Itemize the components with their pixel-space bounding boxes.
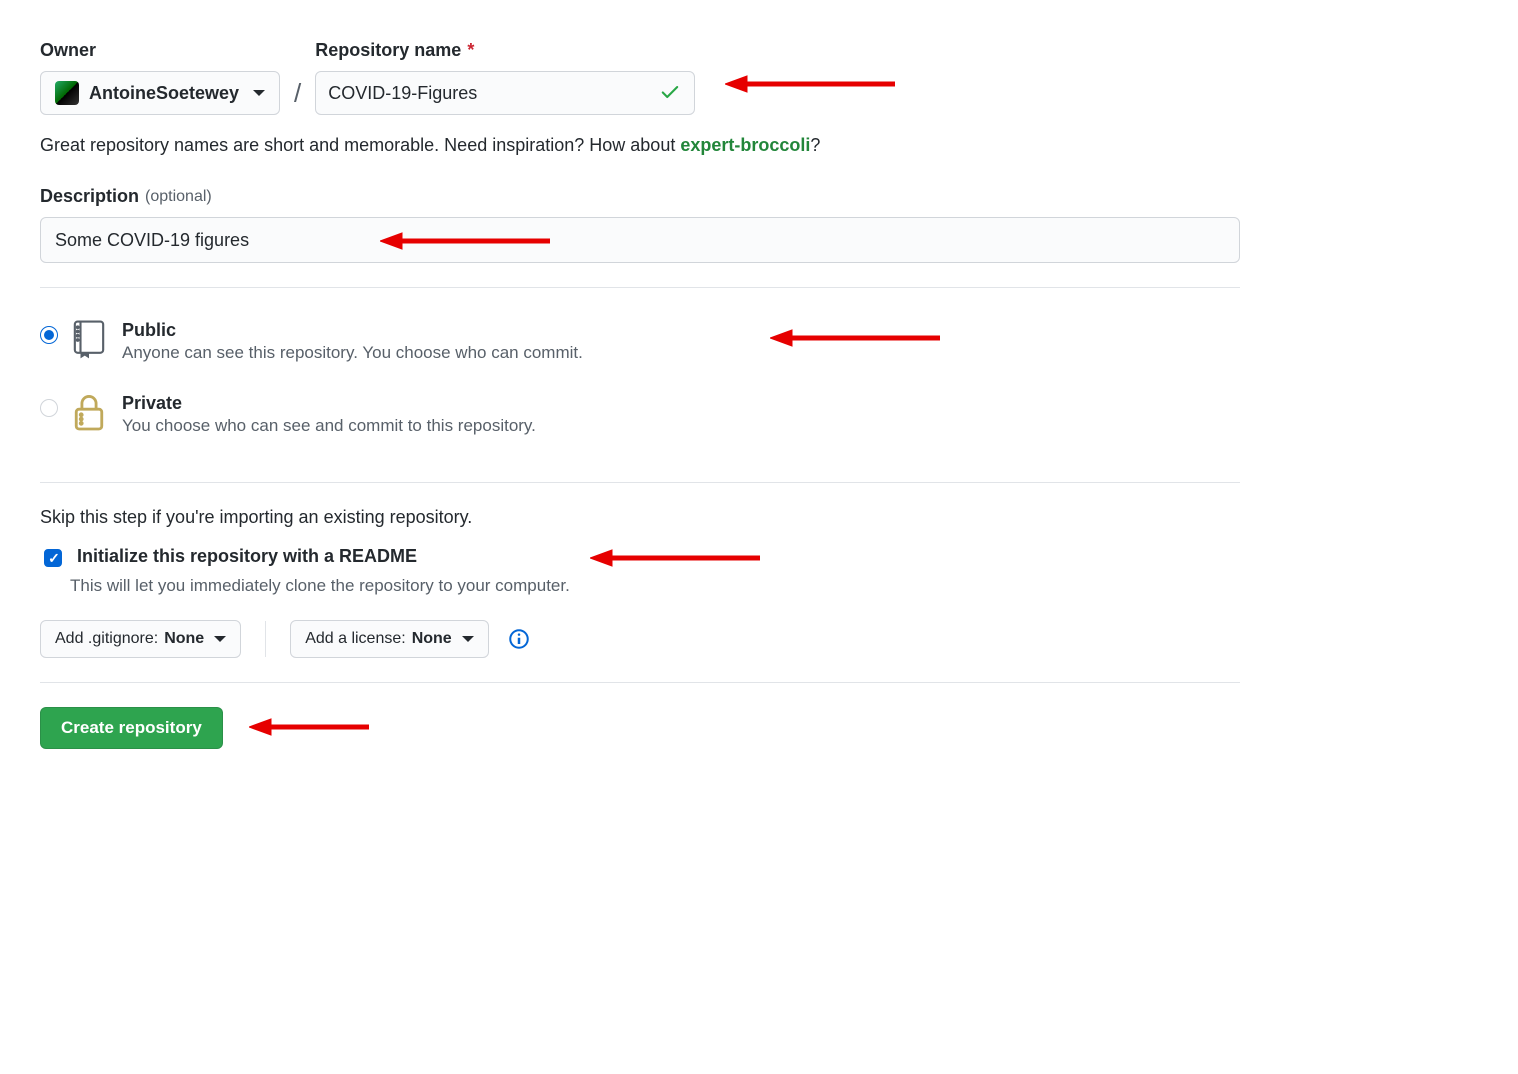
annotation-arrow [725,72,895,99]
public-title: Public [122,320,583,341]
owner-name: AntoineSoetewey [89,83,239,104]
owner-select-button[interactable]: AntoineSoetewey [40,71,280,115]
slash-separator: / [280,71,315,115]
repo-name-label: Repository name * [315,40,695,61]
divider [40,682,1240,683]
public-subtitle: Anyone can see this repository. You choo… [122,343,583,363]
private-radio[interactable] [40,399,58,417]
license-select-button[interactable]: Add a license: None [290,620,489,658]
annotation-arrow [249,715,369,742]
repo-name-input[interactable] [315,71,695,115]
repo-name-hint: Great repository names are short and mem… [40,135,1240,156]
description-input[interactable] [40,217,1240,263]
lock-icon [72,393,108,434]
gitignore-select-button[interactable]: Add .gitignore: None [40,620,241,658]
info-icon[interactable] [509,629,529,649]
annotation-arrow [770,326,940,353]
readme-label: Initialize this repository with a README [77,546,417,567]
create-repository-button[interactable]: Create repository [40,707,223,749]
visibility-private-option[interactable]: Private You choose who can see and commi… [40,385,1240,458]
readme-checkbox[interactable] [44,549,62,567]
readme-sublabel: This will let you immediately clone the … [70,576,1240,596]
owner-label: Owner [40,40,280,61]
divider [40,482,1240,483]
annotation-arrow [590,546,760,573]
check-icon [659,81,681,106]
private-title: Private [122,393,536,414]
chevron-down-icon [462,636,474,642]
repo-icon [72,320,108,363]
visibility-public-option[interactable]: Public Anyone can see this repository. Y… [40,312,1240,385]
skip-note: Skip this step if you're importing an ex… [40,507,1240,528]
name-suggestion-link[interactable]: expert-broccoli [680,135,810,155]
required-asterisk: * [467,40,474,61]
annotation-arrow [380,229,550,256]
description-label: Description (optional) [40,186,1240,207]
chevron-down-icon [214,636,226,642]
divider [265,621,266,657]
public-radio[interactable] [40,326,58,344]
chevron-down-icon [253,90,265,96]
avatar [55,81,79,105]
divider [40,287,1240,288]
private-subtitle: You choose who can see and commit to thi… [122,416,536,436]
